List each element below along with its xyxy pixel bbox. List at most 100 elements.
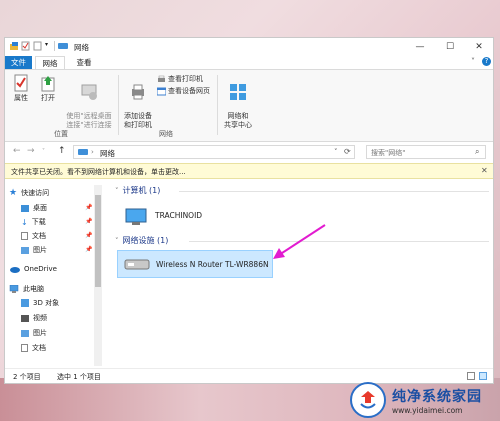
view-device-web-label: 查看设备网页 [168, 87, 210, 95]
view-device-web-icon [157, 87, 166, 96]
pin-icon[interactable]: 📌 [85, 218, 92, 225]
network-group-label: 网络 [159, 130, 173, 138]
quick-access[interactable]: ★ 快速访问 [9, 188, 49, 198]
nav-item-3d-objects[interactable]: 3D 对象 [21, 298, 59, 308]
divider [179, 191, 489, 192]
divider [118, 75, 119, 135]
address-dropdown-icon[interactable]: ˅ [334, 148, 338, 156]
details-view-icon[interactable] [467, 372, 475, 380]
infobar-text: 文件共享已关闭。看不到网络计算机和设备，单击更改... [11, 168, 186, 176]
computer-icon [9, 285, 19, 293]
remote-desktop-icon [81, 84, 97, 100]
add-devices-button[interactable]: 添加设备 和打印机 [121, 74, 155, 130]
pin-icon[interactable]: 📌 [85, 232, 92, 239]
open-icon [41, 76, 55, 92]
router-item[interactable]: Wireless N Router TL-WR886N [117, 250, 273, 278]
tab-file[interactable]: 文件 [5, 56, 32, 70]
computers-group-header[interactable]: ˅ 计算机 (1) [115, 185, 160, 196]
properties-icon [14, 74, 28, 92]
close-button[interactable]: ✕ [464, 38, 493, 56]
nav-item-desktop[interactable]: 桌面 [21, 203, 47, 213]
recent-dropdown-icon[interactable]: ˅ [42, 148, 45, 155]
properties-button[interactable]: 属性 [10, 74, 32, 103]
nav-item-label: 图片 [33, 246, 47, 254]
content-pane: ˅ 计算机 (1) TRACHINOID ˅ 网络设施 (1) Wireless… [109, 183, 493, 366]
ribbon-toggle-icon[interactable]: ˅ [471, 57, 475, 66]
nav-item-onedrive[interactable]: OneDrive [9, 265, 57, 273]
nav-item-documents[interactable]: 文档 [21, 231, 46, 241]
pin-icon[interactable]: 📌 [85, 204, 92, 211]
network-location-icon [78, 149, 88, 155]
infrastructure-group-label: 网络设施 (1) [122, 236, 169, 245]
divider [189, 241, 489, 242]
computer-icon [125, 208, 147, 225]
network-sharing-center-button[interactable]: 网络和 共享中心 [219, 74, 257, 130]
nav-item-label: 桌面 [33, 204, 47, 212]
nav-item-label: 图片 [33, 329, 47, 337]
computer-name: TRACHINOID [155, 210, 203, 220]
tab-view[interactable]: 查看 [69, 56, 99, 70]
watermark: 纯净系统家园 www.yidaimei.com [350, 382, 482, 418]
remote-desktop-button[interactable]: 使用"远程桌面 连接"进行连接 [62, 74, 116, 130]
minimize-button[interactable]: — [405, 38, 435, 56]
ribbon-tabs: 文件 网络 查看 ˅ ? [5, 56, 493, 70]
open-button[interactable]: 打开 [37, 74, 59, 103]
new-folder-qat-icon[interactable] [33, 41, 42, 51]
view-device-web-button[interactable]: 查看设备网页 [157, 87, 210, 96]
view-printers-icon [158, 75, 165, 82]
navpane-scrollbar[interactable] [94, 185, 102, 366]
chevron-down-icon: ˅ [115, 186, 119, 195]
network-center-label: 网络和 共享中心 [224, 112, 252, 129]
nav-item-label: 视频 [33, 314, 47, 322]
download-icon: ↓ [21, 217, 28, 227]
view-printers-button[interactable]: 查看打印机 [157, 75, 203, 84]
search-box[interactable]: 搜索"网络" ⌕ [366, 145, 486, 159]
scrollbar-thumb[interactable] [95, 195, 101, 287]
quick-access-label: 快速访问 [21, 189, 50, 197]
tab-network[interactable]: 网络 [35, 56, 65, 70]
breadcrumb-chevron-icon: › [91, 148, 94, 156]
computer-item[interactable]: TRACHINOID [123, 203, 202, 227]
maximize-button[interactable]: ☐ [435, 38, 465, 56]
nav-item-this-pc[interactable]: 此电脑 [9, 284, 44, 294]
pin-icon[interactable]: 📌 [85, 246, 92, 253]
nav-item-videos[interactable]: 视频 [21, 313, 47, 323]
nav-item-label: 文档 [32, 232, 46, 240]
document-icon [21, 232, 28, 240]
properties-qat-icon[interactable] [21, 41, 30, 51]
qat-dropdown-icon[interactable]: ▾ [45, 41, 51, 51]
refresh-icon[interactable]: ⟳ [344, 147, 351, 156]
items-count: 2 个项目 [13, 373, 41, 381]
infobar-close-icon[interactable]: ✕ [481, 166, 488, 175]
watermark-url: www.yidaimei.com [392, 405, 463, 415]
infrastructure-group-header[interactable]: ˅ 网络设施 (1) [115, 235, 168, 246]
pointer-arrow-icon [273, 224, 326, 259]
help-icon[interactable]: ? [482, 57, 491, 66]
nav-item-label: 文档 [32, 344, 46, 352]
file-sharing-infobar[interactable]: 文件共享已关闭。看不到网络计算机和设备，单击更改... ✕ [5, 163, 493, 179]
nav-item-pictures[interactable]: 图片 [21, 245, 47, 255]
divider [217, 75, 218, 135]
ribbon: 属性 打开 使用"远程桌面 连接"进行连接 位置 添加设备 和打印机 查看打印机… [5, 69, 493, 142]
properties-label: 属性 [14, 94, 28, 102]
large-icons-view-icon[interactable] [479, 372, 487, 380]
network-title-icon [58, 41, 68, 51]
address-bar[interactable]: › 网络 ˅ ⟳ [73, 145, 355, 159]
app-icon [9, 41, 18, 51]
this-pc-label: 此电脑 [23, 285, 44, 293]
back-arrow-icon[interactable]: ← [13, 146, 21, 156]
forward-arrow-icon[interactable]: → [27, 146, 35, 156]
search-icon: ⌕ [475, 147, 480, 156]
computers-group-label: 计算机 (1) [122, 186, 161, 195]
picture-icon [21, 246, 29, 254]
nav-item-documents-pc[interactable]: 文档 [21, 343, 46, 353]
view-printers-label: 查看打印机 [168, 75, 203, 83]
up-arrow-icon[interactable]: ↑ [58, 146, 66, 156]
selected-count: 选中 1 个项目 [57, 373, 101, 381]
watermark-title: 纯净系统家园 [392, 388, 482, 405]
nav-item-pictures-pc[interactable]: 图片 [21, 328, 47, 338]
nav-item-downloads[interactable]: ↓ 下载 [21, 217, 46, 227]
add-devices-label: 添加设备 和打印机 [124, 112, 152, 129]
onedrive-label: OneDrive [24, 265, 57, 273]
cloud-icon [10, 266, 20, 273]
